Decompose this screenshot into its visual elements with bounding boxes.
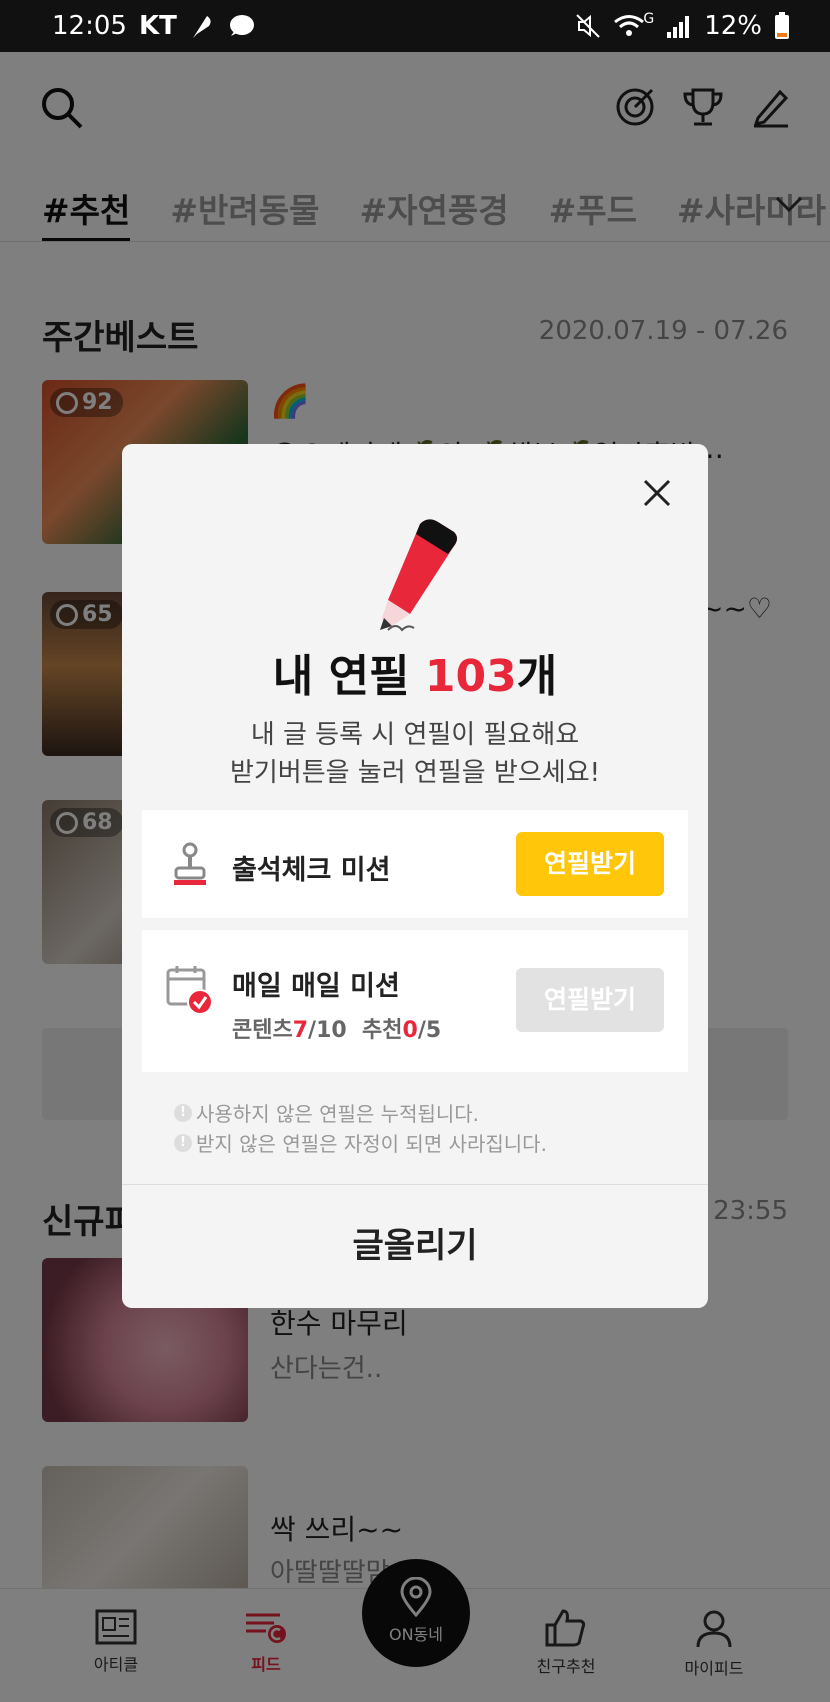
- status-carrier: KT: [138, 11, 177, 41]
- pencil-modal: 내 연필 103개 내 글 등록 시 연필이 필요해요 받기버튼을 눌러 연필을…: [122, 444, 708, 1308]
- mute-icon: [575, 13, 601, 39]
- daily-mission: 매일 매일 미션 콘텐츠7/10 추천0/5 연필받기: [142, 930, 688, 1072]
- pencil-count-title: 내 연필 103개: [272, 651, 558, 702]
- battery-percent: 12%: [704, 11, 762, 41]
- attendance-mission: 출석체크 미션 연필받기: [142, 810, 688, 918]
- status-time: 12:05: [52, 11, 127, 41]
- close-icon[interactable]: [642, 478, 672, 512]
- info-icon: !: [174, 1103, 192, 1122]
- stamp-icon: [170, 842, 210, 892]
- calendar-check-icon: [166, 964, 214, 1020]
- pencil-count: 103: [424, 651, 517, 702]
- mission-name: 매일 매일 미션: [232, 971, 400, 1002]
- feather-icon: [189, 12, 215, 40]
- modal-desc-line2: 받기버튼을 눌러 연필을 받으세요!: [229, 758, 601, 788]
- receive-pencil-button[interactable]: 연필받기: [516, 832, 664, 896]
- info-icon: !: [174, 1133, 192, 1152]
- red-pencil-icon: [362, 514, 462, 638]
- modal-desc-line1: 내 글 등록 시 연필이 필요해요: [250, 720, 580, 750]
- notice-expire: ! 받지 않은 연필은 자정이 되면 사라집니다.: [174, 1128, 547, 1157]
- network-type: G: [643, 11, 655, 27]
- wifi-icon: [613, 13, 645, 39]
- battery-icon: [774, 12, 790, 40]
- mission-name: 출석체크 미션: [232, 855, 391, 886]
- notice-accumulate: ! 사용하지 않은 연필은 누적됩니다.: [174, 1098, 479, 1127]
- receive-pencil-button-disabled[interactable]: 연필받기: [516, 968, 664, 1032]
- status-bar: 12:05 KT G 12%: [0, 0, 830, 52]
- mission-progress: 콘텐츠7/10 추천0/5: [232, 1018, 442, 1043]
- post-button[interactable]: 글올리기: [122, 1185, 708, 1308]
- chat-bubble-icon: [227, 14, 255, 38]
- signal-icon: [666, 14, 692, 38]
